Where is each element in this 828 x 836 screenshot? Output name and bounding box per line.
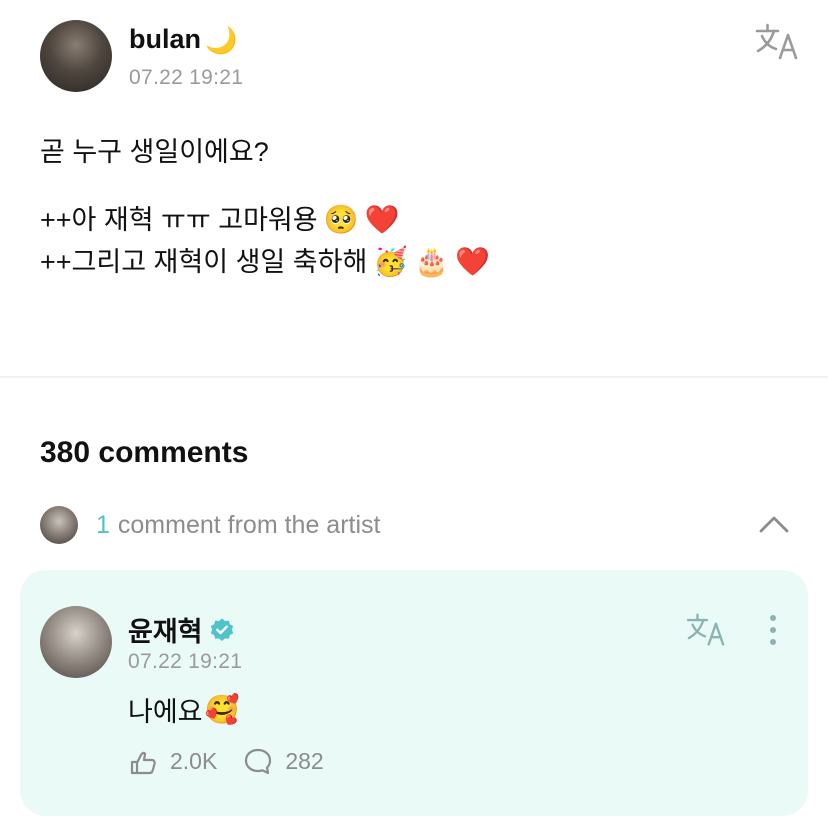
- author-name-text: bulan: [129, 24, 201, 54]
- author-avatar[interactable]: [40, 20, 112, 92]
- verified-badge-icon: [210, 618, 233, 641]
- artist-avatar[interactable]: [40, 606, 112, 678]
- post-timestamp: 07.22 19:21: [129, 66, 244, 89]
- artist-name-text: 윤재혁: [128, 617, 203, 647]
- translate-icon[interactable]: [754, 22, 800, 62]
- post-text: ++그리고 재혁이 생일 축하해: [40, 247, 368, 277]
- artist-comment-label: comment from the artist: [117, 510, 381, 539]
- artist-comment-count: 1: [96, 510, 110, 539]
- comments-count: 380 comments: [40, 436, 249, 469]
- translate-icon[interactable]: [685, 612, 727, 648]
- smiling-face-with-hearts-emoji: 🥰: [204, 693, 240, 726]
- red-heart-emoji: ❤️: [364, 203, 400, 236]
- moon-icon: 🌙: [205, 24, 238, 55]
- comment-bubble-icon: [245, 748, 272, 775]
- author-name[interactable]: bulan 🌙: [129, 24, 237, 55]
- like-count: 2.0K: [170, 747, 218, 774]
- section-divider: [0, 376, 828, 378]
- birthday-cake-emoji: 🎂: [414, 245, 450, 278]
- red-heart-emoji: ❤️: [455, 245, 490, 278]
- like-hand-icon: [130, 751, 156, 775]
- comment-text: 나에요: [128, 697, 203, 727]
- post-body: 곧 누구 생일이에요? ++아 재혁 ㅠㅠ 고마워용 🥺 ❤️ ++그리고 재혁…: [40, 132, 800, 280]
- artist-avatar-small: [40, 506, 78, 544]
- post-text-line: ++그리고 재혁이 생일 축하해 🥳 🎂 ❤️: [40, 244, 800, 280]
- post-text-line: 곧 누구 생일이에요?: [40, 137, 269, 167]
- artist-name[interactable]: 윤재혁: [128, 610, 235, 649]
- comment-stats: 2.0K 282: [128, 746, 324, 776]
- artist-comment-text: 나에요 🥰: [128, 690, 239, 729]
- post-text: ++아 재혁 ㅠㅠ 고마워용: [40, 205, 318, 235]
- like-button[interactable]: 2.0K: [128, 746, 217, 776]
- reply-button[interactable]: 282: [243, 746, 324, 776]
- partying-face-emoji: 🥳: [373, 245, 409, 278]
- post-text-line: ++아 재혁 ㅠㅠ 고마워용 🥺 ❤️: [40, 202, 800, 238]
- artist-comment-timestamp: 07.22 19:21: [128, 650, 243, 673]
- post-detail-page: bulan 🌙 07.22 19:21 곧 누구 생일이에요? ++아 재혁 ㅠ…: [0, 0, 828, 836]
- pleading-face-emoji: 🥺: [323, 203, 359, 236]
- more-vertical-icon[interactable]: [758, 612, 788, 648]
- artist-comment-card: 윤재혁 07.22 19:21 나에요 🥰 2.0K 282: [20, 570, 808, 816]
- chevron-up-icon[interactable]: [758, 513, 790, 535]
- post-header: bulan 🌙 07.22 19:21: [40, 20, 800, 92]
- reply-count: 282: [285, 747, 324, 774]
- artist-comments-toggle[interactable]: 1 comment from the artist: [40, 505, 800, 545]
